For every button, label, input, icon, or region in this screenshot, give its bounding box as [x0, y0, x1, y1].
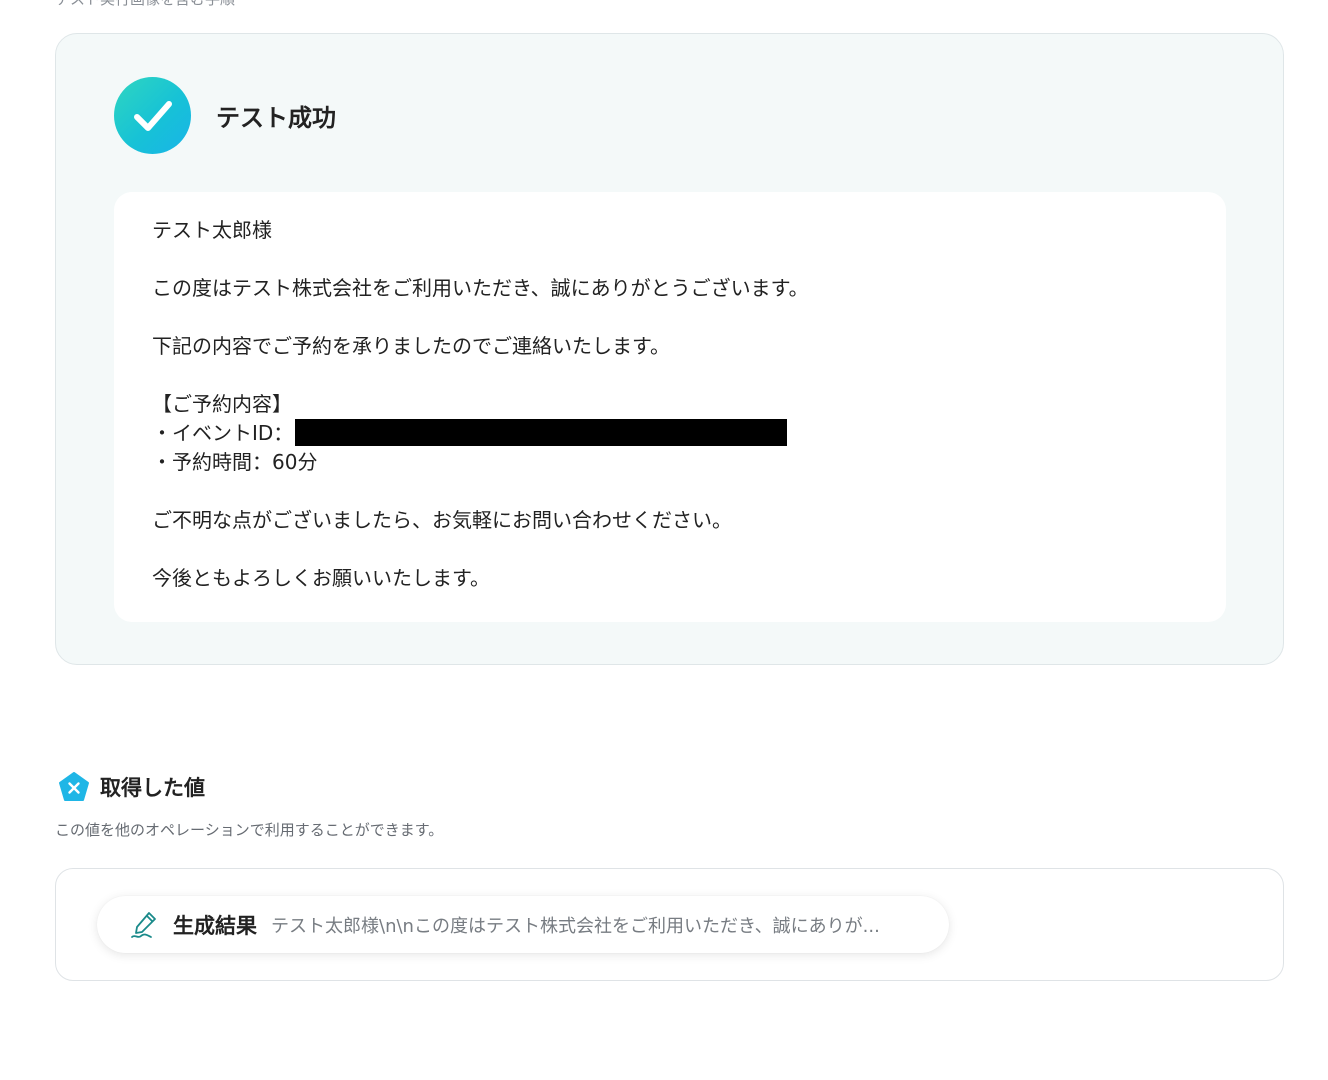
value-chip-generated-result[interactable]: 生成結果 テスト太郎様\n\nこの度はテスト株式会社をご利用いただき、誠にありが… — [97, 896, 949, 953]
message-inquiry: ご不明な点がございましたら、お気軽にお問い合わせください。 — [152, 508, 732, 532]
acquired-values-description: この値を他のオペレーションで利用することができます。 — [55, 821, 444, 839]
variable-pentagon-icon — [59, 772, 89, 801]
acquired-values-title: 取得した値 — [100, 776, 205, 800]
message-thanks: この度はテスト株式会社をご利用いただき、誠にありがとうございます。 — [152, 276, 809, 300]
value-label: 生成結果 — [173, 913, 257, 938]
check-circle-icon — [114, 77, 191, 154]
value-preview: テスト太郎様\n\nこの度はテスト株式会社をご利用いただき、誠にありが... — [271, 915, 880, 937]
acquired-values-panel: 生成結果 テスト太郎様\n\nこの度はテスト株式会社をご利用いただき、誠にありが… — [55, 868, 1284, 981]
message-closing: 今後ともよろしくお願いいたします。 — [152, 566, 490, 590]
message-duration-line: ・予約時間：60分 — [152, 450, 318, 474]
redacted-event-id — [295, 419, 788, 446]
event-id-label: ・イベントID： — [152, 421, 294, 445]
section-header-cut: テスト実行画像を含む手順 — [55, 0, 235, 9]
result-message-box: テスト太郎様 この度はテスト株式会社をご利用いただき、誠にありがとうございます。… — [114, 192, 1226, 622]
message-notice: 下記の内容でご予約を承りましたのでご連絡いたします。 — [152, 334, 670, 358]
test-result-panel: テスト成功 テスト太郎様 この度はテスト株式会社をご利用いただき、誠にありがとう… — [55, 33, 1284, 665]
message-event-id-line: ・イベントID： — [152, 419, 1188, 448]
message-section-heading: 【ご予約内容】 — [152, 392, 292, 416]
message-greeting: テスト太郎様 — [152, 218, 272, 242]
pen-icon — [131, 911, 156, 938]
acquired-values-header: 取得した値 — [58, 771, 205, 803]
page: テスト実行画像を含む手順 テスト成功 テスト太郎様 この度はテスト株式会社をご利… — [0, 0, 1328, 1080]
test-result-title: テスト成功 — [216, 104, 336, 132]
